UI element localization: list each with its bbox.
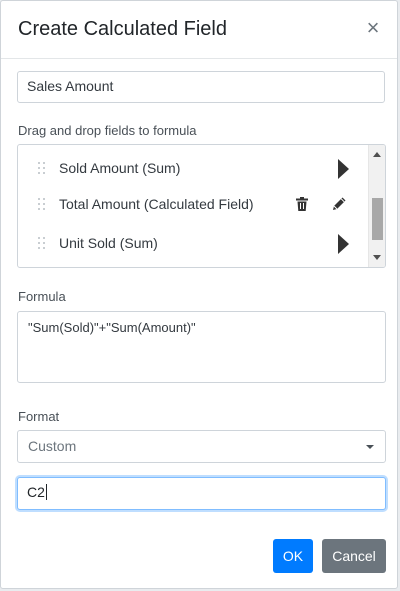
text-cursor: [45, 484, 47, 500]
drag-handle-icon[interactable]: [38, 162, 46, 176]
field-item-sold-amount[interactable]: Sold Amount (Sum): [18, 154, 368, 184]
field-list-scrollbar[interactable]: [368, 145, 385, 267]
drag-handle-icon[interactable]: [38, 237, 46, 251]
field-name-input[interactable]: Sales Amount: [17, 71, 385, 103]
fields-label: Drag and drop fields to formula: [18, 123, 197, 138]
scrollbar-thumb[interactable]: [372, 198, 383, 240]
trash-icon[interactable]: [296, 197, 308, 216]
field-list: Sold Amount (Sum) Total Amount (Calculat…: [17, 144, 386, 268]
custom-format-input[interactable]: C2: [17, 477, 386, 510]
pencil-icon[interactable]: [332, 196, 347, 216]
field-item-label: Unit Sold (Sum): [59, 235, 158, 251]
formula-textarea[interactable]: "Sum(Sold)"+"Sum(Amount)": [17, 311, 386, 383]
format-select[interactable]: Custom: [17, 430, 386, 463]
field-item-label: Sold Amount (Sum): [59, 160, 181, 176]
close-icon[interactable]: ×: [363, 15, 383, 41]
ok-button[interactable]: OK: [273, 539, 313, 573]
formula-label: Formula: [18, 289, 66, 304]
format-label: Format: [18, 409, 60, 424]
field-item-total-amount[interactable]: Total Amount (Calculated Field): [18, 190, 368, 220]
expand-arrow-icon[interactable]: [338, 159, 349, 179]
chevron-down-icon: [366, 445, 374, 449]
field-item-unit-sold[interactable]: Unit Sold (Sum): [18, 229, 368, 259]
field-item-label: Total Amount (Calculated Field): [59, 196, 254, 212]
drag-handle-icon[interactable]: [38, 198, 46, 212]
custom-format-value: C2: [27, 484, 45, 500]
dialog-title: Create Calculated Field: [18, 18, 227, 40]
dialog-header: Create Calculated Field ×: [1, 1, 397, 59]
scroll-up-icon[interactable]: [373, 152, 381, 157]
expand-arrow-icon[interactable]: [338, 234, 349, 254]
format-selected-value: Custom: [28, 438, 77, 454]
cancel-button[interactable]: Cancel: [322, 539, 386, 573]
calculated-field-dialog: Create Calculated Field × Sales Amount D…: [0, 0, 398, 589]
scroll-down-icon[interactable]: [373, 255, 381, 260]
